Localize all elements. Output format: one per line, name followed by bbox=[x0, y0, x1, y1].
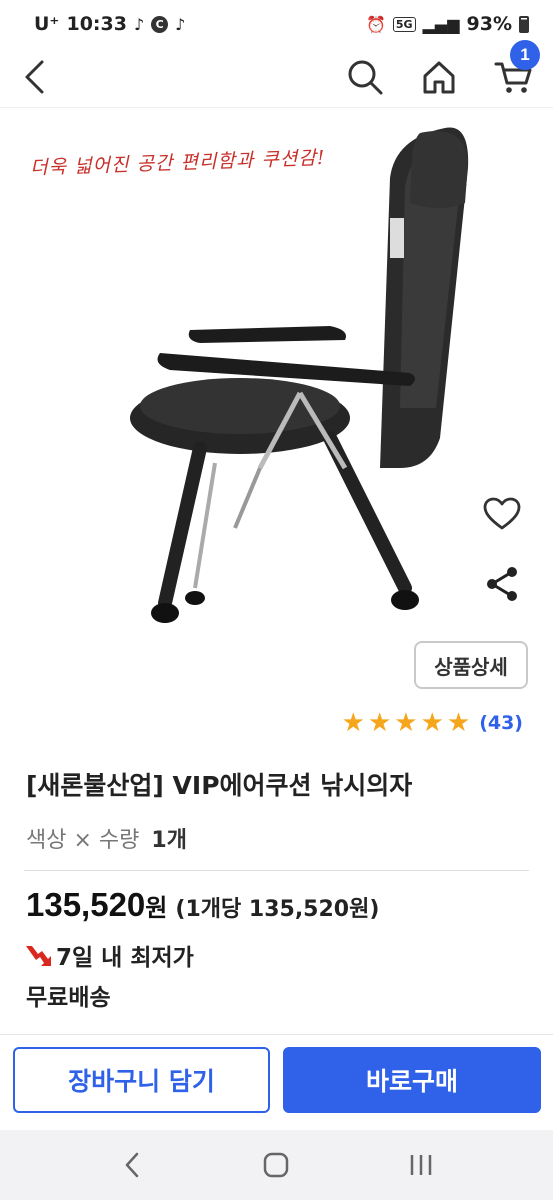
favorite-button[interactable] bbox=[478, 492, 526, 536]
home-button[interactable] bbox=[414, 52, 464, 102]
bottom-action-bar: 장바구니 담기 바로구매 bbox=[0, 1034, 553, 1130]
system-nav-bar bbox=[0, 1130, 553, 1200]
net-5g-label: 5G bbox=[392, 16, 416, 32]
home-icon bbox=[423, 61, 455, 94]
nav-back-icon bbox=[125, 1152, 139, 1178]
unit-price: (1개당 135,520원) bbox=[175, 897, 380, 922]
product-title: [새론불산업] VIP에어쿠션 낚시의자 bbox=[26, 771, 413, 800]
search-button[interactable] bbox=[340, 52, 390, 102]
lowest-price-badge: 7일 내 최저가 bbox=[24, 938, 194, 972]
back-button[interactable] bbox=[10, 52, 60, 102]
product-detail-button[interactable]: 상품상세 bbox=[414, 641, 528, 689]
status-bar: U⁺ 10:33 ♪ C ♪ ⏰ 5G ▂▄▆ 93% bbox=[0, 0, 553, 48]
divider bbox=[24, 870, 529, 871]
add-to-cart-button[interactable]: 장바구니 담기 bbox=[13, 1047, 270, 1113]
nav-home-button[interactable] bbox=[248, 1137, 304, 1193]
lowest-price-text: 7일 내 최저가 bbox=[56, 945, 194, 971]
nav-recents-icon bbox=[410, 1155, 432, 1175]
cart-count-badge: 1 bbox=[510, 40, 540, 70]
option-label: 색상 × 수량 bbox=[26, 828, 140, 853]
star-icon: ★ bbox=[341, 708, 365, 738]
star-icon: ★ bbox=[394, 708, 418, 738]
signal-icon: ▂▄▆ bbox=[422, 14, 460, 34]
status-left: U⁺ 10:33 ♪ C ♪ bbox=[34, 13, 185, 35]
nav-recents-button[interactable] bbox=[393, 1137, 449, 1193]
heart-icon bbox=[483, 497, 521, 530]
alarm-icon: ⏰ bbox=[365, 14, 386, 34]
price-row: 135,520 원 (1개당 135,520원) bbox=[26, 886, 379, 924]
time-label: 10:33 bbox=[66, 13, 127, 35]
shipping-info: 무료배송 bbox=[26, 985, 111, 1011]
search-icon bbox=[348, 60, 383, 95]
battery-icon bbox=[519, 15, 529, 33]
option-quantity: 1개 bbox=[151, 828, 187, 853]
cart-button[interactable]: 1 bbox=[488, 40, 540, 102]
product-image bbox=[0, 108, 553, 638]
option-row[interactable]: 색상 × 수량 1개 bbox=[26, 822, 187, 854]
nav-home-icon bbox=[264, 1152, 289, 1178]
share-icon bbox=[487, 567, 517, 601]
price-amount: 135,520 bbox=[26, 886, 146, 923]
back-icon bbox=[25, 60, 44, 94]
tiktok-icon: ♪ bbox=[133, 14, 145, 34]
fishing-chair-illustration bbox=[130, 127, 469, 623]
battery-percent: 93% bbox=[466, 13, 512, 35]
rating[interactable]: ★ ★ ★ ★ ★ (43) bbox=[342, 710, 523, 736]
c-app-icon: C bbox=[151, 15, 169, 33]
star-icon: ★ bbox=[367, 708, 392, 738]
star-icon: ★ bbox=[446, 708, 471, 738]
tiktok-icon: ♪ bbox=[175, 14, 186, 34]
trend-down-arrow-icon bbox=[26, 946, 51, 966]
star-icon: ★ bbox=[420, 708, 444, 738]
review-count[interactable]: (43) bbox=[479, 712, 523, 734]
carrier-label: U⁺ bbox=[34, 13, 60, 35]
status-right: ⏰ 5G ▂▄▆ 93% bbox=[366, 13, 529, 35]
buy-now-button[interactable]: 바로구매 bbox=[283, 1047, 541, 1113]
share-button[interactable] bbox=[478, 562, 526, 606]
nav-back-button[interactable] bbox=[104, 1137, 160, 1193]
app-header: 1 bbox=[0, 40, 553, 108]
price-currency: 원 bbox=[145, 894, 168, 922]
